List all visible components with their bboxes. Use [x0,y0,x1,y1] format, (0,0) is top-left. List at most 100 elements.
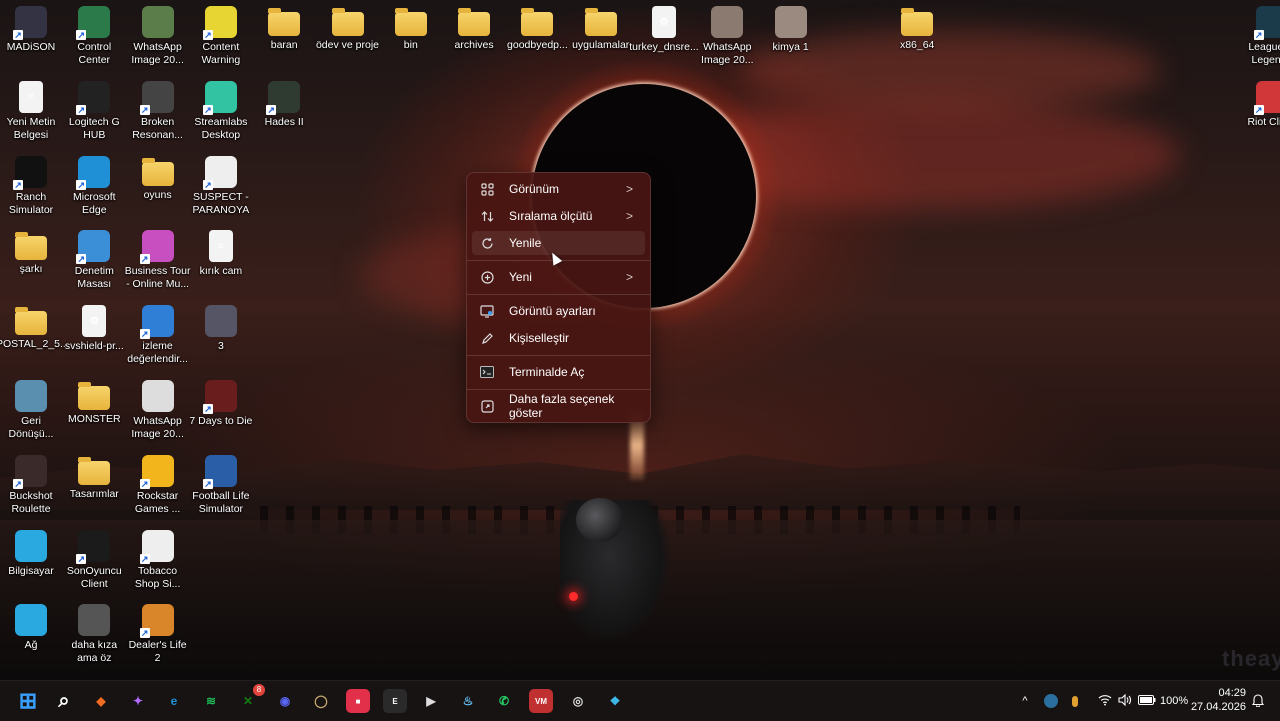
desktop-icon[interactable]: x86_64 [882,2,952,52]
desktop-icon[interactable]: şarkı [0,226,66,276]
menu-item-gorunum[interactable]: Görünüm > [472,177,645,201]
control-panel-icon: ↗ [76,230,111,265]
desktop-icon[interactable]: WhatsApp Image 20... [123,376,193,441]
broken-resonance-icon: ↗ [139,80,174,115]
edge-icon[interactable]: e [162,689,186,713]
desktop-icon[interactable]: ↗ SonOyuncu Client [59,526,129,591]
menu-item-terminal[interactable]: Terminalde Aç [472,360,645,384]
epic-games-icon[interactable]: E [383,689,407,713]
desktop-icon[interactable]: ↗ Denetim Masası [59,226,129,291]
desktop-icon-label: kimya 1 [772,41,809,53]
desktop-icon[interactable]: ↗ izleme değerlendir... [123,301,193,366]
desktop-icon[interactable]: daha kıza ama öz [59,600,129,665]
desktop-icon[interactable]: ≡ kırık cam [186,226,256,278]
desktop-icon[interactable]: ↗ Microsoft Edge [59,152,129,217]
taskbar: ⊞ ⌕ ◆ ✦ e ≋ ✕ 8 ◉ ◯ ■ E ▶ ♨ ✆ VM ◎ ❖ ^ 100% 04:29 27.04.2… [0,680,1280,721]
desktop-icon[interactable]: ↗Riot Client [1237,77,1280,129]
desktop-icon[interactable]: oyuns [123,152,193,202]
steam-tray-icon[interactable] [1044,694,1058,708]
desktop-icon[interactable]: ↗ Logitech G HUB [59,77,129,142]
desktop-icon[interactable]: ↗ MADiSON [0,2,66,54]
desktop-icon[interactable]: ≡ Yeni Metin Belgesi [0,77,66,142]
desktop-icon[interactable]: ↗ Streamlabs Desktop [186,77,256,142]
clock[interactable]: 04:29 27.04.2026 [1186,686,1246,714]
desktop-icon[interactable]: ↗ Ranch Simulator [0,152,66,217]
desktop-icon[interactable]: WhatsApp Image 20... [123,2,193,67]
menu-item-label: Terminalde Aç [509,365,585,379]
desktop-icon[interactable]: ↗ Tobacco Shop Si... [123,526,193,591]
whatsapp-icon[interactable]: ✆ [492,689,516,713]
chevron-right-icon: > [625,182,633,196]
desktop-icon-label: Riot Client [1247,115,1280,128]
desktop-icon-label: MONSTER [68,413,121,425]
content-warning-icon: ↗ [202,6,237,40]
wifi-icon[interactable] [1098,694,1112,709]
desktop-icon[interactable]: ↗ 7 Days to Die [186,376,256,428]
menu-item-daha-fazla[interactable]: Daha fazla seçenek göster [472,392,645,420]
desktop-icon[interactable]: MONSTER [59,376,129,426]
desktop-icon[interactable]: Bilgisayar [0,526,66,578]
desktop-icon[interactable]: ↗ Dealer's Life 2 [123,600,193,665]
image-file-icon [711,6,744,38]
desktop-icon[interactable]: WhatsApp Image 20... [692,2,762,67]
microphone-icon[interactable] [1072,695,1078,707]
spotify-icon[interactable]: ≋ [199,689,223,713]
notification-icon[interactable] [1251,694,1265,708]
desktop-icon[interactable]: archives [439,2,509,52]
menu-item-yenile[interactable]: Yenile [472,231,645,255]
desktop-icon[interactable]: ↗ Football Life Simulator [186,451,256,516]
search-icon[interactable]: ⌕ [52,689,76,713]
gamer-app-icon[interactable]: ■ [346,689,370,713]
desktop-icon[interactable]: ↗ SUSPECT - PARANOYA [186,152,256,217]
chevron-up-icon[interactable]: ^ [1018,695,1032,707]
voicemeeter-icon[interactable]: VM [529,689,553,713]
edge-icon: ↗ [76,155,111,190]
desktop-icon[interactable]: ↗ Control Center [59,2,129,67]
desktop-icon[interactable]: POSTAL_2_5... [0,301,69,351]
battery-icon[interactable] [1138,694,1156,708]
steam-icon[interactable]: ♨ [456,689,480,713]
settings-file-icon: ⚙ [652,6,676,38]
windows-start-icon[interactable]: ⊞ [16,688,40,713]
sonoyuncu-icon: ↗ [76,529,111,564]
desktop-icon[interactable]: Tasarımlar [59,451,129,501]
media-player-icon[interactable]: ▶ [419,689,443,713]
desktop-icon[interactable]: ↗ Business Tour - Online Mu... [123,226,193,291]
desktop-icon[interactable]: kimya 1 [756,2,826,54]
desktop-icon-label: Hades II [264,115,304,128]
shortcut-arrow-icon: ↗ [13,478,23,489]
desktop-icon[interactable]: ⚙ svshield-pr... [59,301,129,353]
desktop-icon[interactable]: Ağ [0,600,66,652]
menu-item-kisisellestir[interactable]: Kişiselleştir [472,326,645,350]
obs-icon[interactable]: ◎ [566,689,590,713]
shortcut-arrow-icon: ↗ [76,179,87,190]
menu-item-yeni[interactable]: Yeni > [472,265,645,289]
desktop-icon[interactable]: goodbyedp... [502,2,572,52]
desktop-icon[interactable]: ödev ve proje [313,2,383,52]
kodi-icon[interactable]: ❖ [603,689,627,713]
desktop-icon[interactable]: ↗ Broken Resonan... [123,77,193,142]
desktop-icon[interactable]: 3 [186,301,256,353]
discord-icon[interactable]: ◉ [273,689,297,713]
league-client-icon[interactable]: ◯ [309,689,333,713]
menu-item-label: Yenile [509,236,542,250]
desktop-icon[interactable]: ↗ Hades II [249,77,319,129]
folder-icon [78,456,111,485]
menu-item-siralama[interactable]: Sıralama ölçütü > [472,204,645,228]
desktop-icon[interactable]: baran [249,2,319,52]
desktop-icon[interactable]: ↗ Content Warning [186,2,256,67]
desktop-icon[interactable]: Geri Dönüşü... [0,376,66,441]
desktop-icon[interactable]: uygulamalar [566,2,636,52]
copilot-icon[interactable]: ✦ [126,689,150,713]
volume-icon[interactable] [1118,693,1132,709]
desktop-icon[interactable]: ↗League of Legends [1237,2,1280,67]
desktop-icon[interactable]: ↗ Buckshot Roulette [0,451,66,516]
xbox-icon[interactable]: ✕ 8 [236,684,265,713]
desktop-icon[interactable]: ⚙ turkey_dnsre... [629,2,699,54]
desktop-icon[interactable]: ↗ Rockstar Games ... [123,451,193,516]
desktop-icon[interactable]: bin [376,2,446,52]
brave-icon[interactable]: ◆ [89,689,113,713]
menu-item-goruntu-ayarlari[interactable]: Görüntü ayarları [472,299,645,323]
desktop-icon-label: uygulamalar [572,39,630,51]
desktop-icon-label: Content Warning [201,41,241,66]
